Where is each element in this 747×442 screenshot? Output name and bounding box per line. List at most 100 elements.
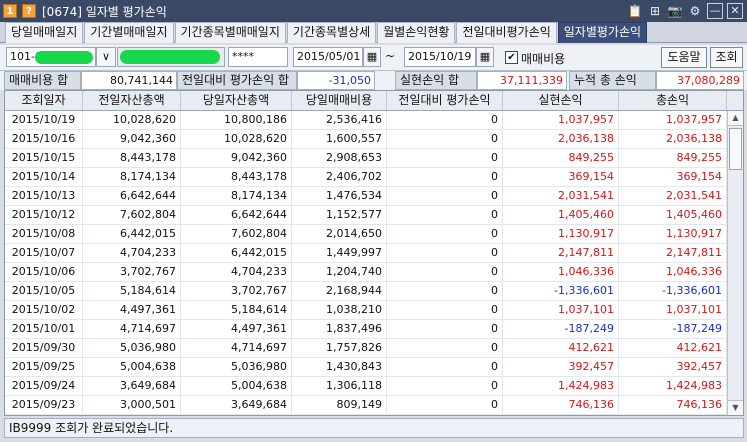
cell-prev-eval: 0: [387, 130, 503, 148]
cell-realized: 1,130,917: [503, 225, 619, 243]
camera-icon[interactable]: 📷: [667, 3, 683, 19]
query-button[interactable]: 조회: [710, 47, 743, 68]
cell-trade-cost: 1,306,118: [292, 377, 387, 395]
table-row[interactable]: 2015/10/05 5,184,614 3,702,767 2,168,944 0 -1…: [5, 282, 743, 301]
gear-icon[interactable]: ⚙: [687, 3, 703, 19]
cell-date: 2015/09/30: [5, 339, 83, 357]
trade-cost-checkbox-label[interactable]: 매매비용: [521, 50, 565, 67]
account-number-field[interactable]: 101-09-: [6, 47, 96, 67]
table-row[interactable]: 2015/10/06 3,702,767 4,704,233 1,204,740 0 1,…: [5, 263, 743, 282]
tab-period-journal[interactable]: 기간별매매일지: [84, 22, 174, 43]
tab-daily-eval[interactable]: 일자별평가손익: [557, 22, 648, 43]
table-row[interactable]: 2015/10/08 6,442,015 7,602,804 2,014,650 0 1,…: [5, 225, 743, 244]
table-row[interactable]: 2015/10/16 9,042,360 10,028,620 1,600,557 0 2…: [5, 130, 743, 149]
tab-daily-journal[interactable]: 당일매매일지: [5, 22, 84, 43]
cell-prev-eval: 0: [387, 187, 503, 205]
table-row[interactable]: 2015/09/24 3,649,684 5,004,638 1,306,118 0 1,…: [5, 377, 743, 396]
query-controls: 101-09- ∨ **** 2015/05/01 ▦ ~ 2015/10/19…: [0, 45, 747, 70]
cell-realized: 369,154: [503, 168, 619, 186]
vertical-scrollbar[interactable]: ▲ ▼: [727, 111, 743, 415]
prev-eval-sum-label: 전일대비 평가손익 합: [177, 71, 297, 90]
cell-prev-eval: 0: [387, 320, 503, 338]
trade-cost-sum-value: 80,741,144: [81, 71, 177, 90]
header-trade-cost[interactable]: 당일매매비용: [292, 91, 387, 110]
table-row[interactable]: 2015/10/15 8,443,178 9,042,360 2,908,653 0 84…: [5, 149, 743, 168]
table-row[interactable]: 2015/09/23 3,000,501 3,649,684 809,149 0 746,…: [5, 396, 743, 415]
cell-realized: -1,336,601: [503, 282, 619, 300]
header-prev-eval[interactable]: 전일대비 평가손익: [387, 91, 503, 110]
cell-prev-assets: 5,184,614: [83, 282, 181, 300]
grid-icon[interactable]: ⊞: [647, 3, 663, 19]
table-header: 조회일자 전일자산총액 당일자산총액 당일매매비용 전일대비 평가손익 실현손익…: [5, 91, 743, 111]
cell-total: 1,424,983: [619, 377, 727, 395]
minimize-icon[interactable]: —: [707, 3, 723, 19]
table-row[interactable]: 2015/10/12 7,602,804 6,642,644 1,152,577 0 1,…: [5, 206, 743, 225]
scroll-up-icon[interactable]: ▲: [728, 111, 743, 126]
header-prev-assets[interactable]: 전일자산총액: [83, 91, 181, 110]
password-field[interactable]: ****: [228, 47, 288, 67]
cell-today-assets: 5,036,980: [181, 358, 292, 376]
cell-realized: 746,136: [503, 396, 619, 414]
cell-prev-assets: 3,702,767: [83, 263, 181, 281]
cell-prev-assets: 2,500,831: [83, 415, 181, 416]
cell-prev-eval: 0: [387, 358, 503, 376]
window-tools: 📋 ⊞ 📷 ⚙ — ✕: [627, 3, 743, 19]
table-row[interactable]: 2015/10/14 8,174,134 8,443,178 2,406,702 0 36…: [5, 168, 743, 187]
calendar-icon[interactable]: ▦: [476, 47, 494, 67]
scroll-down-icon[interactable]: ▼: [728, 400, 743, 415]
cell-today-assets: 3,702,767: [181, 282, 292, 300]
cell-realized: 2,036,138: [503, 130, 619, 148]
start-date-input[interactable]: 2015/05/01: [293, 47, 363, 67]
cell-total: -187,249: [619, 320, 727, 338]
header-date[interactable]: 조회일자: [5, 91, 83, 110]
cell-date: 2015/10/13: [5, 187, 83, 205]
cell-total: 849,255: [619, 149, 727, 167]
title-bar: 1 ? [0674] 일자별 평가손익 📋 ⊞ 📷 ⚙ — ✕: [0, 0, 747, 22]
cell-today-assets: 10,800,186: [181, 111, 292, 129]
cell-trade-cost: 1,476,534: [292, 187, 387, 205]
window-title: [0674] 일자별 평가손익: [42, 4, 167, 19]
cell-trade-cost: 2,908,653: [292, 149, 387, 167]
cell-prev-assets: 5,004,638: [83, 358, 181, 376]
tab-period-stock-detail[interactable]: 기간종목별상세: [286, 22, 377, 43]
cell-total: 1,037,101: [619, 301, 727, 319]
table-row[interactable]: 2015/10/07 4,704,233 6,442,015 1,449,997 0 2,…: [5, 244, 743, 263]
header-today-assets[interactable]: 당일자산총액: [181, 91, 292, 110]
table-row[interactable]: 2015/10/13 6,642,644 8,174,134 1,476,534 0 2,…: [5, 187, 743, 206]
copy-icon[interactable]: 📋: [627, 3, 643, 19]
help-badge[interactable]: ?: [22, 4, 36, 18]
cell-realized: 1,046,336: [503, 263, 619, 281]
table-row[interactable]: 2015/10/19 10,028,620 10,800,186 2,536,416 0…: [5, 111, 743, 130]
pnl-table[interactable]: 조회일자 전일자산총액 당일자산총액 당일매매비용 전일대비 평가손익 실현손익…: [4, 90, 744, 416]
cell-total: 2,031,541: [619, 187, 727, 205]
table-row[interactable]: 2015/09/222,500,8313,000,501863,1660630,…: [5, 415, 743, 416]
cell-prev-assets: 4,704,233: [83, 244, 181, 262]
table-row[interactable]: 2015/09/25 5,004,638 5,036,980 1,430,843 0 39…: [5, 358, 743, 377]
cell-date: 2015/10/15: [5, 149, 83, 167]
header-total[interactable]: 총손익: [619, 91, 727, 110]
cell-prev-assets: 6,642,644: [83, 187, 181, 205]
header-realized[interactable]: 실현손익: [503, 91, 619, 110]
cell-total: 392,457: [619, 358, 727, 376]
cell-total: 2,036,138: [619, 130, 727, 148]
table-row[interactable]: 2015/09/30 5,036,980 4,714,697 1,757,826 0 41…: [5, 339, 743, 358]
cell-date: 2015/09/24: [5, 377, 83, 395]
calendar-icon[interactable]: ▦: [363, 47, 381, 67]
tab-period-stock-journal[interactable]: 기간종목별매매일지: [174, 22, 286, 43]
help-button[interactable]: 도움말: [661, 47, 707, 68]
window-number-badge[interactable]: 1: [3, 4, 17, 18]
tab-monthly-pnl[interactable]: 월별손익현황: [377, 22, 456, 43]
close-icon[interactable]: ✕: [727, 3, 743, 19]
chevron-down-icon[interactable]: ∨: [96, 47, 116, 67]
scroll-thumb[interactable]: [729, 128, 742, 170]
cell-trade-cost: 863,166: [292, 415, 387, 416]
tab-prev-day-eval[interactable]: 전일대비평가손익: [456, 22, 557, 43]
cell-total: -1,336,601: [619, 282, 727, 300]
table-row[interactable]: 2015/10/02 4,497,361 5,184,614 1,038,210 0 1,…: [5, 301, 743, 320]
cell-prev-assets: 7,602,804: [83, 206, 181, 224]
end-date-input[interactable]: 2015/10/19: [404, 47, 476, 67]
trade-cost-checkbox[interactable]: ✔: [505, 51, 518, 64]
table-row[interactable]: 2015/10/01 4,714,697 4,497,361 1,837,496 0 -1…: [5, 320, 743, 339]
cell-date: 2015/10/01: [5, 320, 83, 338]
cell-total: 2,147,811: [619, 244, 727, 262]
